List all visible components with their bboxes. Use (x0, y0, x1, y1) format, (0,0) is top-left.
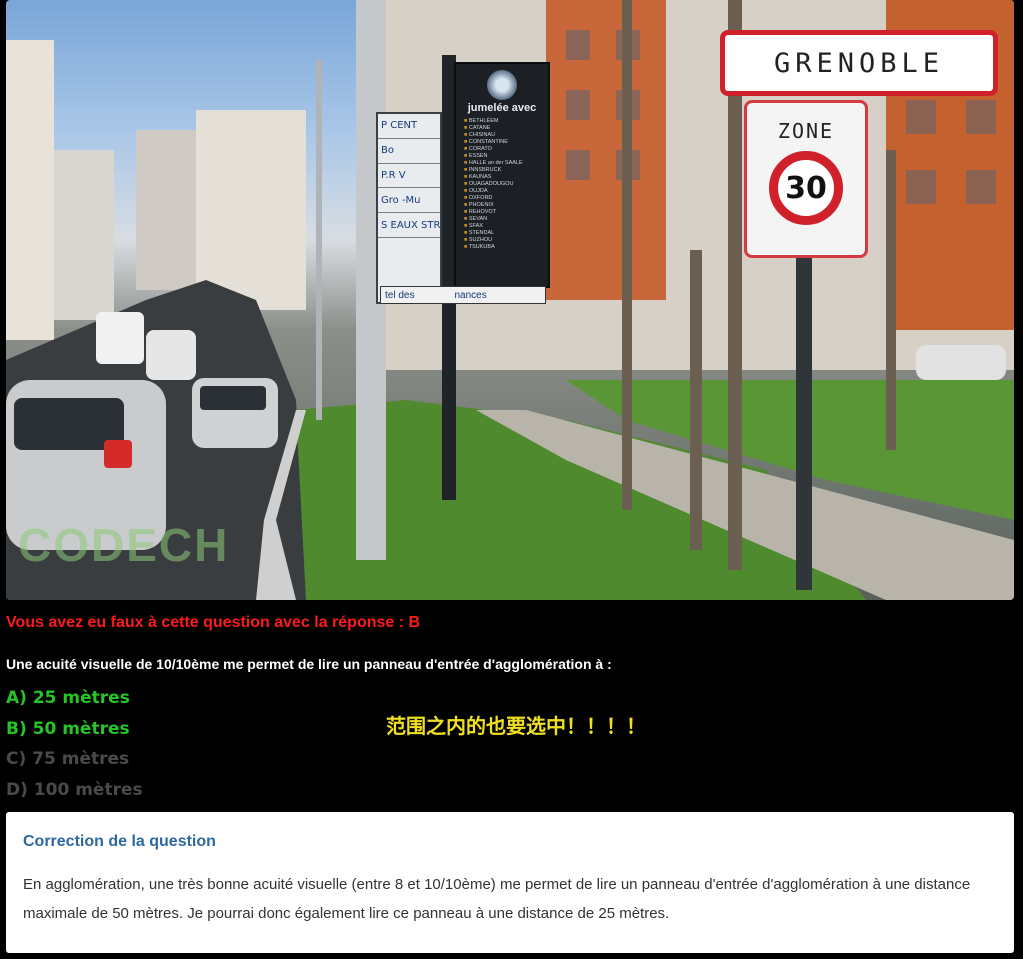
twin-panel-title: jumelée avec (467, 102, 537, 114)
twin-city: CHISINAU (464, 132, 548, 139)
twin-city: ESSEN (464, 153, 548, 160)
twin-city: OXFORD (464, 195, 548, 202)
direction-sign: Gro -Mu (378, 188, 440, 214)
twin-city: STENDAL (464, 230, 548, 237)
hotel-sign-part: nances (454, 289, 487, 301)
answer-option-d[interactable]: D) 100 mètres (6, 780, 143, 800)
speed-limit-sign: 30 (769, 151, 843, 225)
twin-city: CATANE (464, 125, 548, 132)
answer-option-b[interactable]: B) 50 mètres (6, 719, 130, 739)
speed-zone-sign: ZONE 30 (744, 100, 868, 258)
watermark-logo: CODECH (18, 519, 230, 571)
correction-card: Correction de la question En agglomérati… (6, 812, 1014, 953)
direction-sign: Bo (378, 139, 440, 164)
correction-body: En agglomération, une très bonne acuité … (23, 876, 971, 922)
twin-cities-list: BETHLÉEM CATANE CHISINAU CONSTANTINE COR… (464, 118, 548, 251)
twin-city: TSUKUBA (464, 244, 548, 251)
question-text: Une acuité visuelle de 10/10ème me perme… (6, 656, 612, 672)
twin-city: OUJDA (464, 188, 548, 195)
question-photo: GRENOBLE ZONE 30 jumelée avec BETHLÉEM C… (6, 0, 1014, 600)
direction-sign: S EAUX STRAL (378, 213, 440, 238)
twin-city: BETHLÉEM (464, 118, 548, 125)
answer-option-c[interactable]: C) 75 mètres (6, 749, 129, 769)
direction-sign: P.R V (378, 164, 440, 189)
hotel-des-finances-sign: tel des nances (380, 286, 546, 304)
twin-city: REHOVOT (464, 209, 548, 216)
city-entry-sign: GRENOBLE (720, 30, 998, 96)
twin-city: OUAGADOUGOU (464, 181, 548, 188)
city-emblem-icon (487, 70, 517, 100)
twin-city: PHOENIX (464, 202, 548, 209)
direction-signs: P CENT Bo P.R V Gro -Mu S EAUX STRAL (376, 112, 442, 304)
twin-city: HALLE an der SAALE (464, 160, 548, 167)
correction-title: Correction de la question (23, 833, 216, 850)
annotation-note: 范围之内的也要选中！！！！ (386, 716, 646, 738)
direction-sign: P CENT (378, 114, 440, 139)
zone-label: ZONE (777, 119, 835, 143)
twin-city: INNSBRUCK (464, 167, 548, 174)
twin-city: CORATO (464, 146, 548, 153)
twin-city: KAUNAS (464, 174, 548, 181)
twin-city: SFAX (464, 223, 548, 230)
twin-city: SEVAN (464, 216, 548, 223)
twin-city: SUZHOU (464, 237, 548, 244)
twin-city: CONSTANTINE (464, 139, 548, 146)
twin-cities-panel: jumelée avec BETHLÉEM CATANE CHISINAU CO… (454, 62, 550, 288)
hotel-sign-part: tel des (385, 289, 415, 301)
result-message: Vous avez eu faux à cette question avec … (6, 614, 421, 631)
answer-option-a[interactable]: A) 25 mètres (6, 688, 130, 708)
